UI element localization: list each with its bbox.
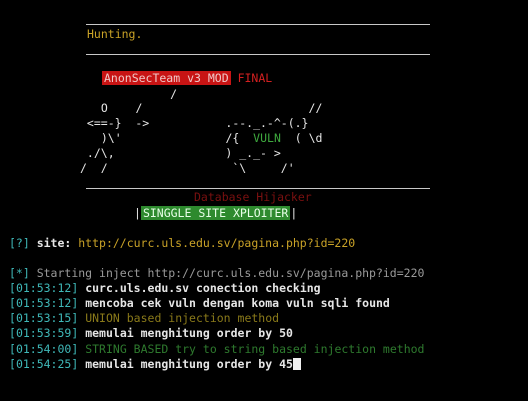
prompt-tag: [?] bbox=[9, 236, 30, 250]
final-label: FINAL bbox=[237, 71, 273, 85]
log-entry: [01:53:15] UNION based injection method bbox=[9, 311, 280, 325]
ascii-line-1: / bbox=[87, 87, 178, 101]
ascii-line-4: )\' /{ VULN ( \d bbox=[87, 131, 323, 145]
ascii-line-2: O / // bbox=[87, 101, 323, 115]
inject-start-line: [*] Starting inject http://curc.uls.edu.… bbox=[9, 266, 424, 280]
pipe-right: | bbox=[290, 206, 298, 220]
ascii-line-6: / / `\ /' bbox=[80, 161, 295, 175]
log-entry: [01:53:12] curc.uls.edu.sv conection che… bbox=[9, 281, 321, 295]
ascii-line-5: ./\, ) _._- > bbox=[80, 146, 281, 160]
ascii-line-4-start: )\' /{ bbox=[87, 131, 254, 145]
ascii-line-3: <==-} -> .--._.-^-(.} bbox=[80, 116, 309, 130]
log-time: 01:53:15 bbox=[15, 311, 72, 325]
site-url[interactable]: http://curc.uls.edu.sv/pagina.php?id=220 bbox=[78, 236, 355, 250]
log-text: curc.uls.edu.sv conection checking bbox=[85, 281, 321, 295]
log-text: memulai menghitung order by 50 bbox=[85, 326, 293, 340]
divider-top bbox=[86, 24, 430, 25]
exploiter-label: SINGGLE SITE XPLOITER bbox=[140, 206, 291, 220]
divider-lower bbox=[86, 188, 430, 189]
team-label: AnonSecTeam v3 MOD bbox=[102, 71, 231, 85]
log-time: 01:54:00 bbox=[15, 342, 72, 356]
status-text: Hunting. bbox=[87, 27, 143, 41]
log-entry: [01:53:12] mencoba cek vuln dengan koma … bbox=[9, 296, 390, 310]
terminal-window[interactable]: Hunting. AnonSecTeam v3 MOD FINAL / O / … bbox=[0, 0, 528, 401]
site-prompt: [?] site: http://curc.uls.edu.sv/pagina.… bbox=[9, 236, 355, 250]
start-text: Starting inject http://curc.uls.edu.sv/p… bbox=[29, 266, 425, 280]
banner-title: AnonSecTeam v3 MOD FINAL bbox=[102, 71, 272, 85]
log-time: 01:53:12 bbox=[15, 296, 72, 310]
prompt-label: site: bbox=[29, 236, 79, 250]
log-text: STRING BASED try to string based injecti… bbox=[85, 342, 425, 356]
exploiter-banner: | SINGGLE SITE XPLOITER | bbox=[134, 206, 297, 220]
log-entry: [01:54:25] memulai menghitung order by 4… bbox=[9, 357, 301, 371]
pipe-left: | bbox=[134, 206, 141, 220]
start-tag: [*] bbox=[9, 266, 30, 280]
log-time: 01:53:59 bbox=[15, 326, 72, 340]
log-text: UNION based injection method bbox=[85, 311, 280, 325]
text-cursor[interactable] bbox=[292, 358, 301, 370]
log-time: 01:53:12 bbox=[15, 281, 72, 295]
log-entry: [01:54:00] STRING BASED try to string ba… bbox=[9, 342, 425, 356]
vuln-label: VULN bbox=[253, 131, 281, 145]
log-text: memulai menghitung order by 45 bbox=[85, 357, 293, 371]
ascii-line-4-end: ( \d bbox=[280, 131, 323, 145]
divider-upper bbox=[86, 54, 430, 55]
log-entry: [01:53:59] memulai menghitung order by 5… bbox=[9, 326, 293, 340]
log-text: mencoba cek vuln dengan koma vuln sqli f… bbox=[85, 296, 390, 310]
log-time: 01:54:25 bbox=[15, 357, 72, 371]
banner-subtitle: Database Hijacker bbox=[194, 190, 312, 204]
